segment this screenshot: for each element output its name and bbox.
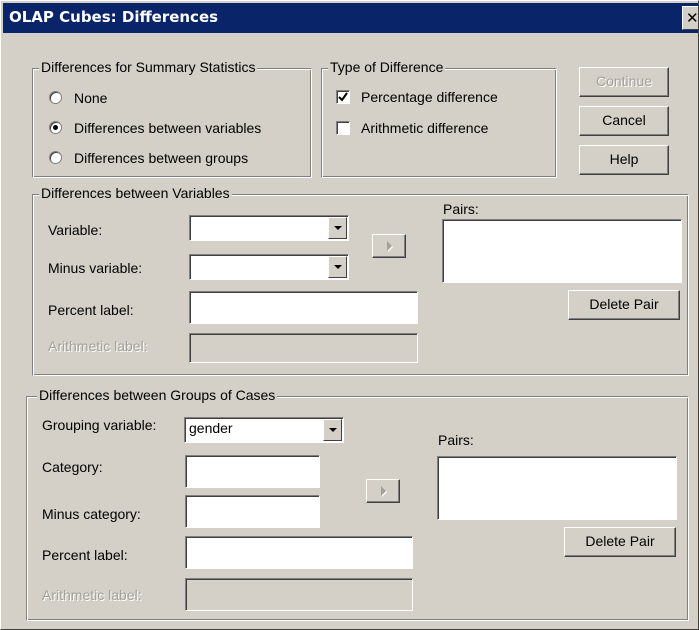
variables-pairs-label: Pairs: bbox=[443, 201, 479, 217]
variables-delete-pair-button[interactable]: Delete Pair bbox=[568, 290, 680, 320]
groups-arithmetic-label: Arithmetic label: bbox=[42, 587, 142, 603]
grouping-variable-label: Grouping variable: bbox=[42, 417, 157, 433]
category-input[interactable] bbox=[185, 455, 320, 488]
close-button[interactable]: ✕ bbox=[682, 6, 699, 30]
minus-variable-label: Minus variable: bbox=[48, 260, 143, 276]
checkmark-icon bbox=[338, 92, 348, 102]
chevron-down-icon[interactable] bbox=[328, 256, 347, 278]
radio-differences-between-variables[interactable] bbox=[49, 121, 62, 134]
cancel-button[interactable]: Cancel bbox=[579, 106, 669, 136]
variables-arithmetic-label-input bbox=[189, 333, 418, 363]
continue-button[interactable]: Continue bbox=[579, 67, 669, 97]
variables-legend: Differences between Variables bbox=[39, 185, 232, 202]
help-button[interactable]: Help bbox=[579, 145, 669, 175]
chevron-down-icon[interactable] bbox=[323, 419, 342, 441]
variables-arithmetic-label: Arithmetic label: bbox=[48, 338, 148, 354]
radio-none[interactable] bbox=[49, 91, 62, 104]
minus-category-input[interactable] bbox=[185, 495, 320, 528]
radio-variables-label[interactable]: Differences between variables bbox=[74, 120, 261, 137]
groups-percent-label: Percent label: bbox=[42, 547, 128, 563]
olap-differences-dialog: OLAP Cubes: Differences ✕ Differences fo… bbox=[0, 0, 699, 630]
radio-none-label[interactable]: None bbox=[74, 90, 107, 107]
groups-arithmetic-label-input bbox=[185, 578, 413, 611]
groups-percent-label-input[interactable] bbox=[185, 536, 413, 569]
variables-percent-label: Percent label: bbox=[48, 302, 134, 318]
minus-category-label: Minus category: bbox=[42, 506, 141, 522]
type-of-difference-legend: Type of Difference bbox=[328, 59, 446, 76]
grouping-variable-value: gender bbox=[189, 420, 233, 436]
percentage-difference-label[interactable]: Percentage difference bbox=[361, 89, 498, 106]
radio-groups-label[interactable]: Differences between groups bbox=[74, 150, 248, 167]
arithmetic-difference-checkbox[interactable] bbox=[336, 121, 350, 135]
add-group-pair-button[interactable] bbox=[366, 479, 400, 503]
chevron-down-icon[interactable] bbox=[328, 217, 347, 239]
radio-differences-between-groups[interactable] bbox=[49, 151, 62, 164]
variable-label: Variable: bbox=[48, 222, 103, 238]
close-icon: ✕ bbox=[686, 9, 699, 27]
percentage-difference-checkbox[interactable] bbox=[336, 90, 350, 104]
minus-variable-dropdown[interactable] bbox=[189, 254, 349, 280]
variables-percent-label-input[interactable] bbox=[189, 291, 418, 324]
summary-statistics-legend: Differences for Summary Statistics bbox=[39, 59, 258, 76]
window-title: OLAP Cubes: Differences bbox=[9, 8, 219, 26]
groups-pairs-list[interactable] bbox=[437, 456, 677, 520]
variable-dropdown[interactable] bbox=[189, 215, 349, 241]
category-label: Category: bbox=[42, 459, 103, 475]
groups-delete-pair-button[interactable]: Delete Pair bbox=[564, 527, 676, 557]
grouping-variable-dropdown[interactable]: gender bbox=[184, 417, 344, 443]
groups-legend: Differences between Groups of Cases bbox=[37, 387, 278, 404]
groups-pairs-label: Pairs: bbox=[438, 432, 474, 448]
add-variable-pair-button[interactable] bbox=[372, 234, 406, 258]
title-bar[interactable]: OLAP Cubes: Differences ✕ bbox=[3, 3, 699, 33]
arithmetic-difference-label[interactable]: Arithmetic difference bbox=[361, 120, 488, 137]
variables-pairs-list[interactable] bbox=[442, 219, 682, 283]
